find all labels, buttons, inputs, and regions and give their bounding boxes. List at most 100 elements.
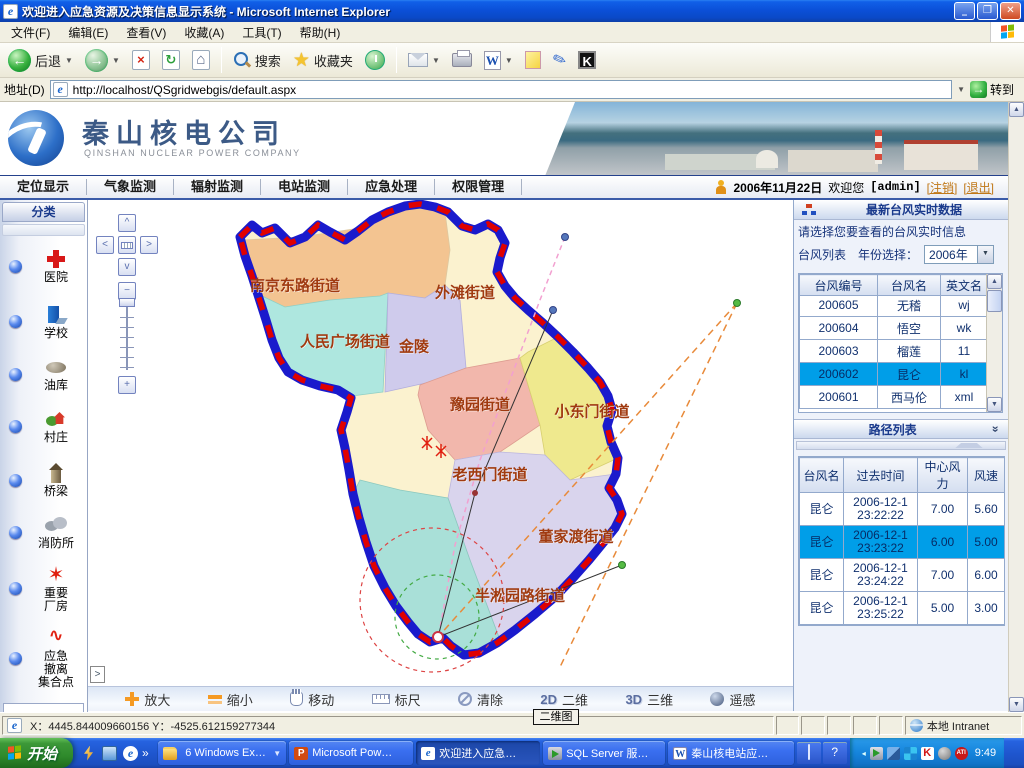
history-button[interactable]	[361, 48, 389, 72]
menu-file[interactable]: 文件(F)	[2, 21, 59, 44]
edit-word-button[interactable]: W ▼	[480, 49, 517, 72]
layer-toggle-icon[interactable]	[9, 260, 22, 273]
zoom-slider-thumb[interactable]	[119, 298, 135, 307]
tab-emergency-handling[interactable]: 应急处理	[348, 179, 435, 195]
pan-tool[interactable]: 移动	[290, 690, 334, 709]
sidebar-item-important-plant[interactable]: ✶ 重要 厂房	[0, 557, 87, 619]
tray-volume-icon[interactable]	[938, 747, 951, 760]
tab-radiation-monitor[interactable]: 辐射监测	[174, 179, 261, 195]
search-button[interactable]: 搜索	[229, 49, 285, 72]
column-header[interactable]: 英文名	[941, 275, 988, 296]
show-desktop-icon[interactable]	[102, 746, 117, 761]
table-row[interactable]: 昆仑 2006-12-1 23:25:22 5.00 3.00	[800, 592, 1005, 625]
table-row[interactable]: 200605 无稽 wj	[800, 296, 987, 317]
messenger-button[interactable]: ✎	[549, 48, 570, 72]
tray-collapse-icon[interactable]: ◂	[862, 749, 866, 758]
sidebar-item-school[interactable]: 学校	[0, 294, 87, 349]
tray-sqlserver-icon[interactable]	[870, 747, 883, 760]
layer-toggle-icon[interactable]	[9, 368, 22, 381]
quicklaunch-overflow-icon[interactable]: »	[142, 746, 149, 760]
sidebar-item-oil-depot[interactable]: 油库	[0, 349, 87, 399]
tab-station-monitor[interactable]: 电站监测	[261, 179, 348, 195]
menu-tools[interactable]: 工具(T)	[233, 21, 290, 44]
layer-toggle-icon[interactable]	[9, 582, 22, 595]
logout-link[interactable]: [注销]	[927, 179, 958, 196]
panel-splitter[interactable]	[796, 441, 1006, 450]
refresh-button[interactable]: ↻	[158, 48, 184, 72]
layer-toggle-icon[interactable]	[9, 420, 22, 433]
sidebar-item-assembly-point[interactable]: ∿ 应急 撤离 集合点	[0, 619, 87, 697]
path-list-header[interactable]: 路径列表 «	[794, 419, 1008, 439]
pan-right-button[interactable]: >	[140, 236, 158, 254]
table-row[interactable]: 200604 悟空 wk	[800, 317, 987, 340]
view-2d-tool[interactable]: 2D二维	[540, 690, 588, 709]
notes-button[interactable]	[521, 49, 545, 71]
column-header[interactable]: 过去时间	[844, 458, 918, 493]
tab-permission-admin[interactable]: 权限管理	[435, 179, 522, 195]
year-select[interactable]: 2006年 ▼	[924, 245, 994, 264]
column-header[interactable]: 台风名	[800, 458, 844, 493]
gis-map[interactable]: 南京东路街道 外滩街道 人民广场街道 金陵 豫园街道 小东门街道 老西门街道 董…	[88, 200, 793, 686]
table-row-selected[interactable]: 200602 昆仑 kl	[800, 363, 987, 386]
menu-edit[interactable]: 编辑(E)	[59, 21, 117, 44]
scroll-down-icon[interactable]: ▼	[987, 397, 1002, 412]
sidebar-item-fire-station[interactable]: 消防所	[0, 507, 87, 557]
clear-tool[interactable]: 清除	[458, 690, 503, 709]
tray-grid-icon[interactable]	[904, 747, 917, 760]
back-button[interactable]: ← 后退 ▼	[4, 47, 77, 74]
table-row-selected[interactable]: 昆仑 2006-12-1 23:23:22 6.00 5.00	[800, 526, 1005, 559]
view-3d-tool[interactable]: 3D三维	[625, 690, 673, 709]
pan-up-button[interactable]: ^	[118, 214, 136, 232]
layer-toggle-icon[interactable]	[9, 474, 22, 487]
taskbar-clock[interactable]: 9:49	[975, 747, 996, 759]
table-row[interactable]: 200601 西马伦 xml	[800, 386, 987, 409]
year-select-dropdown-icon[interactable]: ▼	[977, 246, 993, 263]
exit-link[interactable]: [退出]	[963, 179, 994, 196]
sidebar-header[interactable]: 分类	[2, 202, 85, 222]
typhoon-table-body[interactable]: 200606 太虚 tx 200605 无稽 wj 200604 悟空 wk 2…	[799, 296, 986, 412]
table-row[interactable]: 昆仑 2006-12-1 23:24:22 7.00 6.00	[800, 559, 1005, 592]
zoom-in-tool[interactable]: 放大	[125, 690, 170, 709]
sidebar-item-hospital[interactable]: 医院	[0, 238, 87, 294]
tray-network-icon[interactable]	[887, 747, 900, 760]
taskbar-window-word-doc[interactable]: W 秦山核电站应急...	[668, 741, 794, 765]
menu-view[interactable]: 查看(V)	[117, 21, 175, 44]
scroll-up-icon[interactable]: ▲	[987, 274, 1002, 289]
scrollbar-thumb[interactable]	[987, 290, 1002, 312]
ruler-tool[interactable]: 标尺	[372, 690, 421, 709]
home-button[interactable]: ⌂	[188, 48, 214, 72]
language-keyboard-button[interactable]	[797, 742, 821, 764]
tab-location-display[interactable]: 定位显示	[0, 179, 87, 195]
stop-button[interactable]: ×	[128, 48, 154, 72]
taskbar-window-ie-active[interactable]: e 欢迎进入应急资...	[416, 741, 540, 765]
forward-button[interactable]: → ▼	[81, 47, 124, 74]
go-button[interactable]: → 转到	[970, 81, 1020, 98]
collapse-chevron-icon[interactable]: «	[988, 426, 1002, 433]
scroll-down-icon[interactable]: ▼	[1009, 697, 1024, 712]
page-scrollbar[interactable]: ▲ ▼	[1008, 102, 1024, 712]
tray-ati-icon[interactable]: ATI	[955, 747, 968, 760]
table-scrollbar[interactable]: ▲ ▼	[986, 274, 1002, 412]
menu-favorites[interactable]: 收藏(A)	[175, 21, 233, 44]
tab-weather-monitor[interactable]: 气象监测	[87, 179, 174, 195]
quicklaunch-messenger-icon[interactable]	[81, 746, 96, 761]
zoom-slider[interactable]	[124, 306, 130, 370]
plugin-button[interactable]: K	[574, 49, 600, 71]
sidebar-item-village[interactable]: 村庄	[0, 399, 87, 453]
mail-dropdown-icon[interactable]: ▼	[432, 56, 440, 65]
zoom-in-button[interactable]: +	[118, 376, 136, 394]
column-header[interactable]: 风速	[968, 458, 1005, 493]
table-row[interactable]: 昆仑 2006-12-1 23:22:22 7.00 5.60	[800, 493, 1005, 526]
sidebar-item-bridge[interactable]: 桥梁	[0, 453, 87, 507]
scroll-up-icon[interactable]: ▲	[1009, 102, 1024, 117]
column-header[interactable]: 台风名	[878, 275, 941, 296]
pan-down-button[interactable]: v	[118, 258, 136, 276]
address-input[interactable]	[50, 80, 952, 99]
start-button[interactable]: 开始	[0, 738, 73, 768]
address-dropdown-icon[interactable]: ▼	[957, 85, 965, 94]
sidebar-collapse-button[interactable]: >	[90, 666, 105, 683]
pan-left-button[interactable]: <	[96, 236, 114, 254]
language-help-button[interactable]: ?	[823, 742, 847, 764]
print-button[interactable]	[448, 51, 476, 69]
column-header[interactable]: 台风编号	[800, 275, 878, 296]
